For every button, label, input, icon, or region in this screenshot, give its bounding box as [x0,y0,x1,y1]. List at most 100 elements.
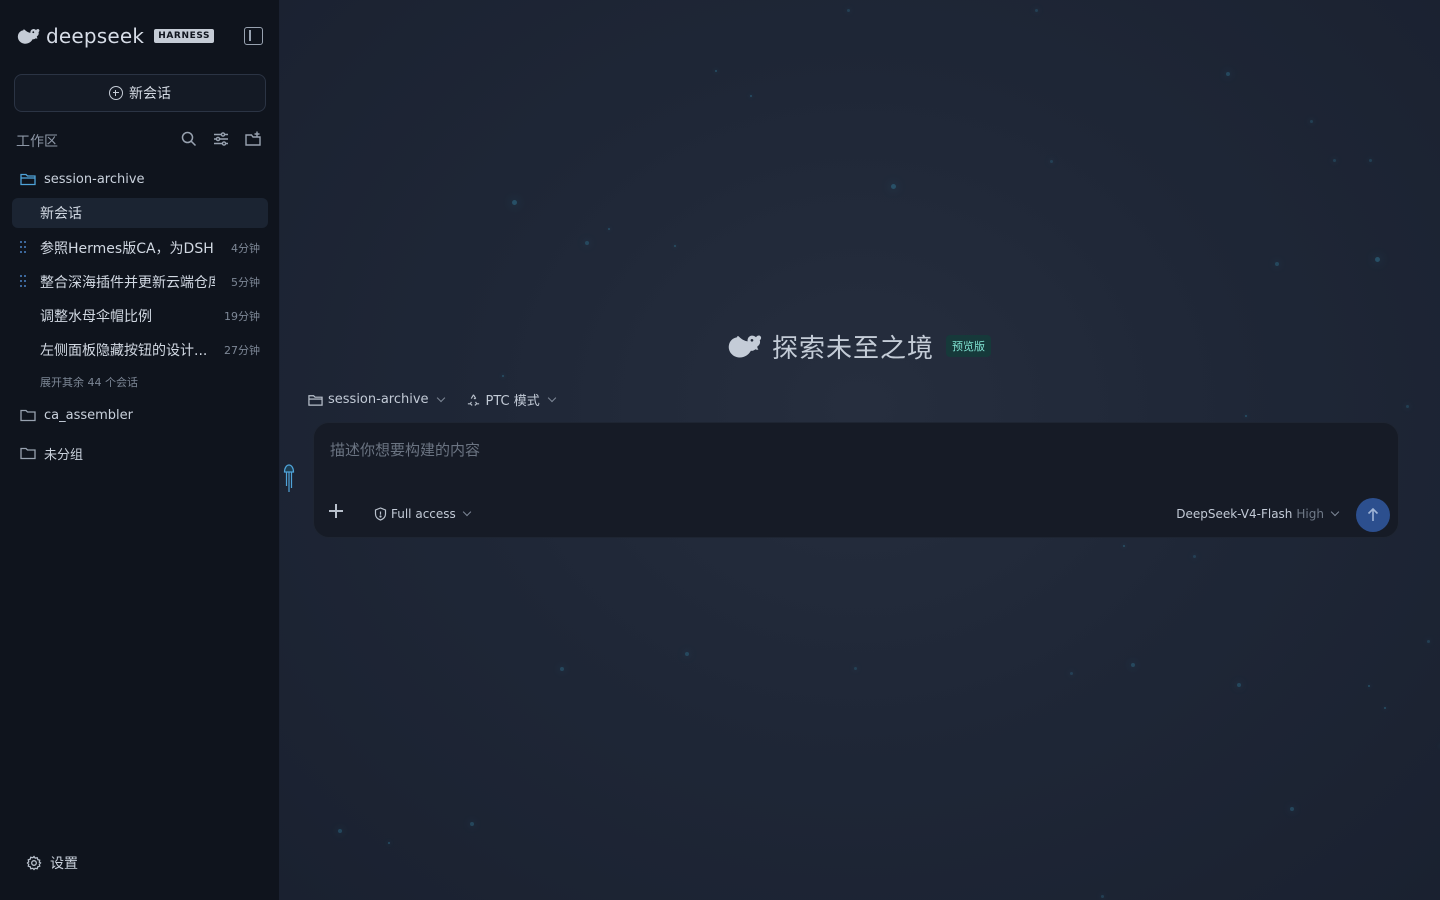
deepseek-whale-logo [728,335,762,358]
star-dot [338,829,342,833]
settings-button[interactable]: 设置 [26,853,78,873]
star-dot [891,184,896,189]
arrow-up-icon [1367,507,1379,521]
folder-selector[interactable]: session-archive [308,390,445,409]
brand-badge: HARNESS [154,29,215,43]
star-dot [585,241,589,245]
hero: 探索未至之境 预览版 [726,326,992,366]
folder-label: ca_assembler [44,407,133,423]
star-dot [854,667,857,670]
star-dot [1123,545,1125,547]
new-chat-button[interactable]: 新会话 [14,74,266,112]
send-button[interactable] [1356,498,1390,532]
star-dot [512,200,517,205]
star-dot [560,667,564,671]
star-dot [674,245,676,247]
filter-icon[interactable] [212,130,230,148]
drag-handle-icon[interactable] [20,241,26,255]
chevron-down-icon [462,507,472,517]
prompt-input[interactable] [330,439,1370,461]
chat-title: 新会话 [40,206,82,222]
chat-item-new[interactable]: 新会话 [12,198,268,228]
star-dot [502,375,504,377]
star-dot [1070,672,1073,675]
chevron-down-icon [436,393,445,402]
folder-icon [308,394,323,406]
jellyfish-icon[interactable] [283,463,295,495]
star-dot [1384,707,1386,709]
star-dot [715,70,717,72]
mode-selector-label: PTC 模式 [485,394,540,409]
main-area: 探索未至之境 预览版 session-archive PTC 模式 Full a… [280,0,1440,900]
plus-icon[interactable] [328,503,344,519]
access-selector[interactable]: Full access [374,507,472,521]
chat-title: 整合深海插件并更新云端仓库 [40,275,215,291]
folder-icon [20,409,36,422]
chat-time: 19分钟 [224,310,260,323]
chat-item[interactable]: 整合深海插件并更新云端仓库 5分钟 [12,267,268,297]
star-dot [750,95,752,97]
star-dot [1310,120,1313,123]
settings-label: 设置 [50,856,78,872]
workspace-label: 工作区 [16,134,58,150]
chat-time: 27分钟 [224,344,260,357]
folder-session-archive[interactable]: session-archive [20,168,145,190]
folder-label: session-archive [44,171,145,187]
chat-item[interactable]: 参照Hermes版CA，为DSH... 4分钟 [12,233,268,263]
deepseek-whale-logo [17,29,40,44]
star-dot [470,822,474,826]
star-dot [1050,160,1053,163]
star-dot [1275,262,1279,266]
star-dot [685,652,689,656]
mode-selector[interactable]: PTC 模式 [466,390,557,409]
context-row: session-archive PTC 模式 [308,390,557,409]
chat-item[interactable]: 左侧面板隐藏按钮的设计... 27分钟 [12,335,268,365]
model-effort: High [1296,507,1324,521]
composer: Full access DeepSeek-V4-Flash High [313,422,1399,538]
star-dot [1427,640,1430,643]
shield-icon [374,507,387,521]
star-dot [1333,159,1336,162]
preview-badge: 预览版 [946,335,992,357]
brand[interactable]: deepseek HARNESS [16,24,215,48]
star-dot [847,9,850,12]
search-icon[interactable] [180,130,198,148]
access-label: Full access [391,507,456,521]
chat-time: 5分钟 [231,276,260,289]
gear-icon [26,855,42,871]
brand-name: deepseek [46,24,145,48]
star-dot [1369,159,1372,162]
folder-icon [20,447,36,460]
star-dot [1237,683,1241,687]
folder-ungrouped[interactable]: 未分组 [20,442,83,464]
hero-title: 探索未至之境 [772,333,935,364]
drag-handle-icon[interactable] [20,275,26,289]
star-dot [1101,895,1104,898]
new-folder-icon[interactable] [244,130,262,148]
sidebar-toggle-icon[interactable] [244,27,263,45]
star-dot [1368,685,1370,687]
chevron-down-icon [547,393,557,402]
star-dot [1375,257,1380,262]
star-dot [608,228,610,230]
chat-time: 4分钟 [231,242,260,255]
star-dot [1245,415,1247,417]
star-dot [1131,663,1135,667]
model-selector[interactable]: DeepSeek-V4-Flash High [1176,507,1340,521]
new-chat-label: 新会话 [129,86,171,102]
star-dot [1226,72,1230,76]
chat-title: 参照Hermes版CA，为DSH... [40,241,215,257]
star-dot [1193,555,1196,558]
folder-open-icon [20,173,36,186]
star-dot [1290,807,1294,811]
star-dot [1035,9,1038,12]
folder-selector-label: session-archive [328,392,429,407]
model-name: DeepSeek-V4-Flash [1176,507,1293,521]
chat-item[interactable]: 调整水母伞帽比例 19分钟 [12,301,268,331]
chat-title: 调整水母伞帽比例 [40,309,152,325]
star-dot [388,842,390,844]
folder-ca-assembler[interactable]: ca_assembler [20,404,133,426]
expand-more-link[interactable]: 展开其余 44 个会话 [40,374,138,390]
chat-title: 左侧面板隐藏按钮的设计... [40,343,208,359]
sidebar: deepseek HARNESS 新会话 工作区 session-archive… [0,0,280,900]
